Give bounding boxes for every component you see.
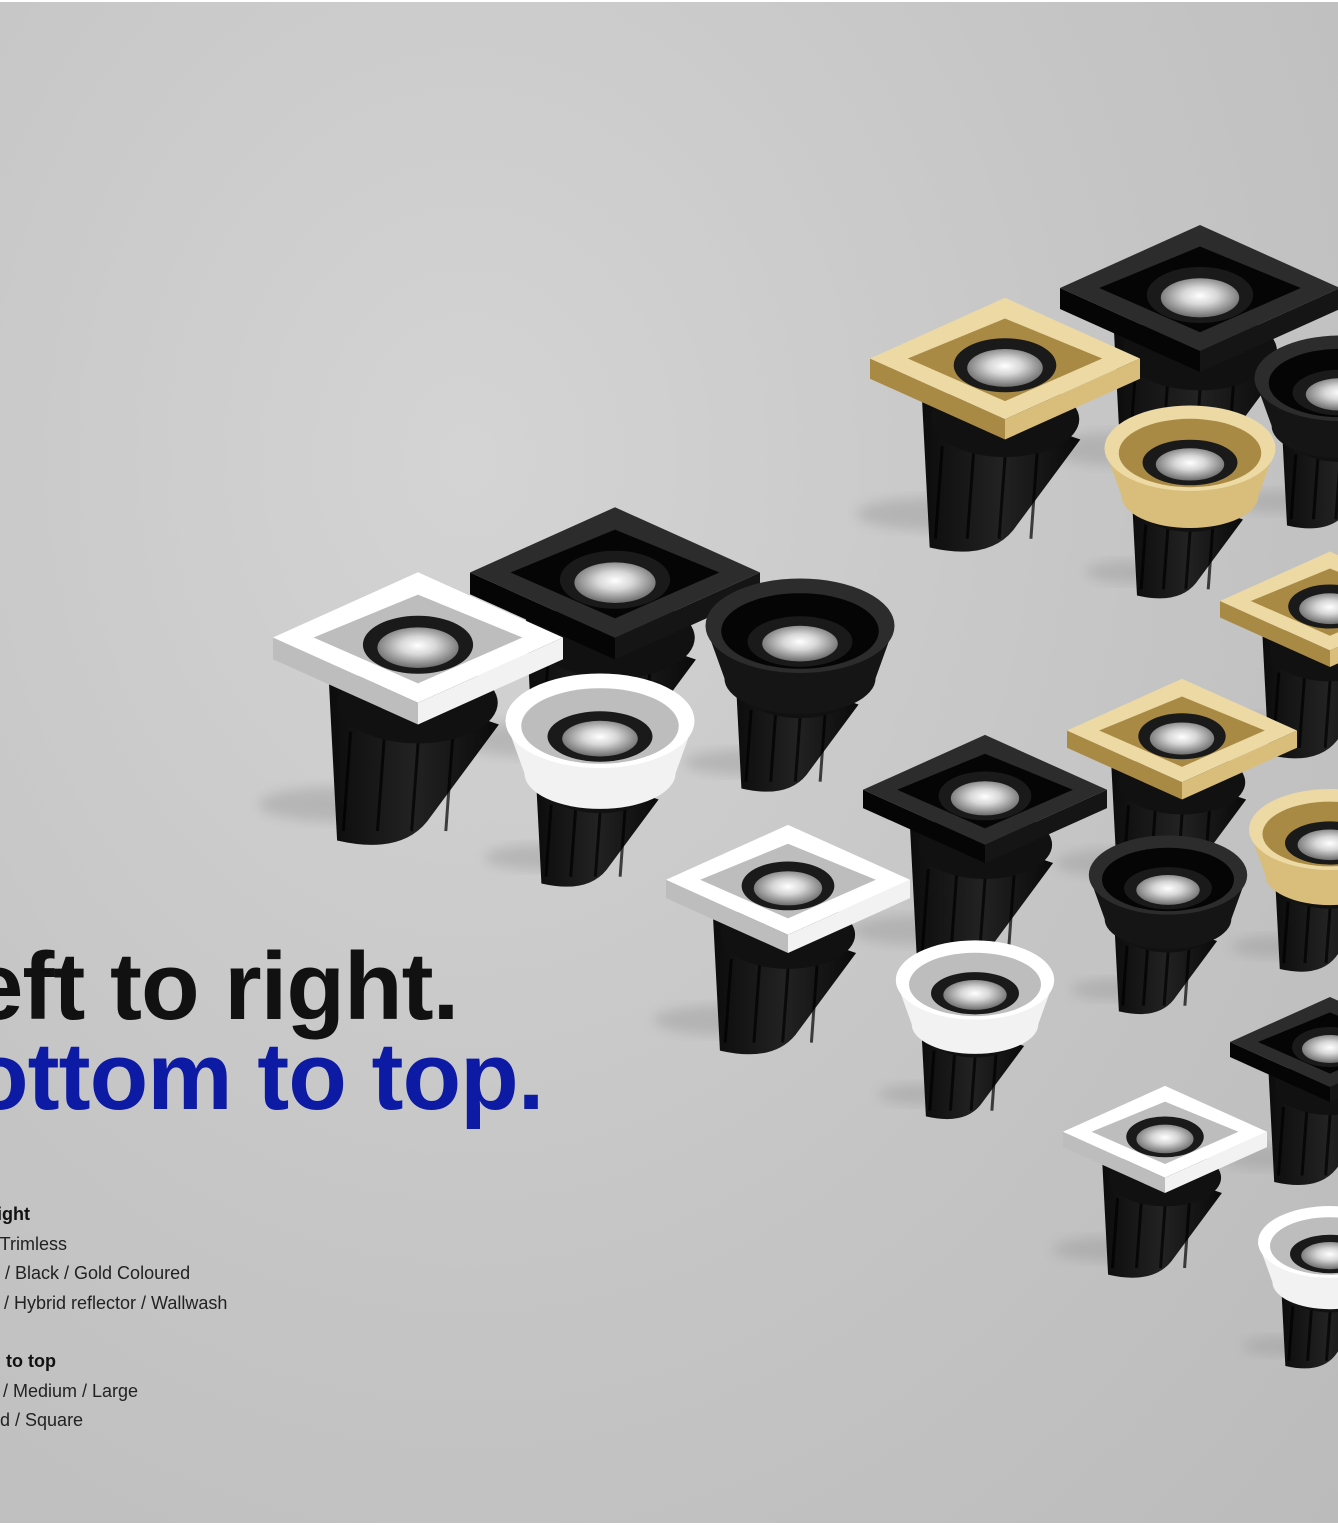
round-black-downlight bbox=[684, 578, 895, 792]
square-white-downlight bbox=[1052, 1085, 1267, 1278]
legend-left-to-right: right / Trimless e / Black / Gold Colour… bbox=[0, 1200, 227, 1318]
headline: eft to right. ottom to top. bbox=[0, 933, 544, 1130]
legend-bottom-to-top-heading: n to top bbox=[0, 1351, 56, 1371]
headline-line-2: ottom to top. bbox=[0, 1023, 544, 1130]
round-gold-downlight bbox=[1231, 789, 1338, 972]
legend-line-finish: e / Black / Gold Coloured bbox=[0, 1263, 191, 1283]
square-gold-downlight bbox=[856, 297, 1140, 552]
round-gold-downlight bbox=[1085, 405, 1276, 599]
legend-line-trim: / Trimless bbox=[0, 1233, 68, 1254]
round-white-downlight bbox=[878, 940, 1055, 1120]
legend-line-size: ll / Medium / Large bbox=[0, 1380, 139, 1401]
headline-line-1: eft to right. bbox=[0, 933, 459, 1040]
legend-line-shape: nd / Square bbox=[0, 1410, 84, 1430]
round-white-downlight bbox=[484, 673, 695, 887]
legend-line-optics: s / Hybrid reflector / Wallwash bbox=[0, 1292, 228, 1313]
legend-left-to-right-heading: right bbox=[0, 1204, 30, 1224]
round-white-downlight bbox=[1242, 1206, 1338, 1369]
square-black-downlight bbox=[850, 734, 1107, 965]
legend-bottom-to-top: n to top ll / Medium / Large nd / Square bbox=[0, 1347, 138, 1436]
brochure-page: eft to right. ottom to top. right / Trim… bbox=[0, 2, 1338, 1523]
round-black-downlight bbox=[1071, 835, 1248, 1015]
